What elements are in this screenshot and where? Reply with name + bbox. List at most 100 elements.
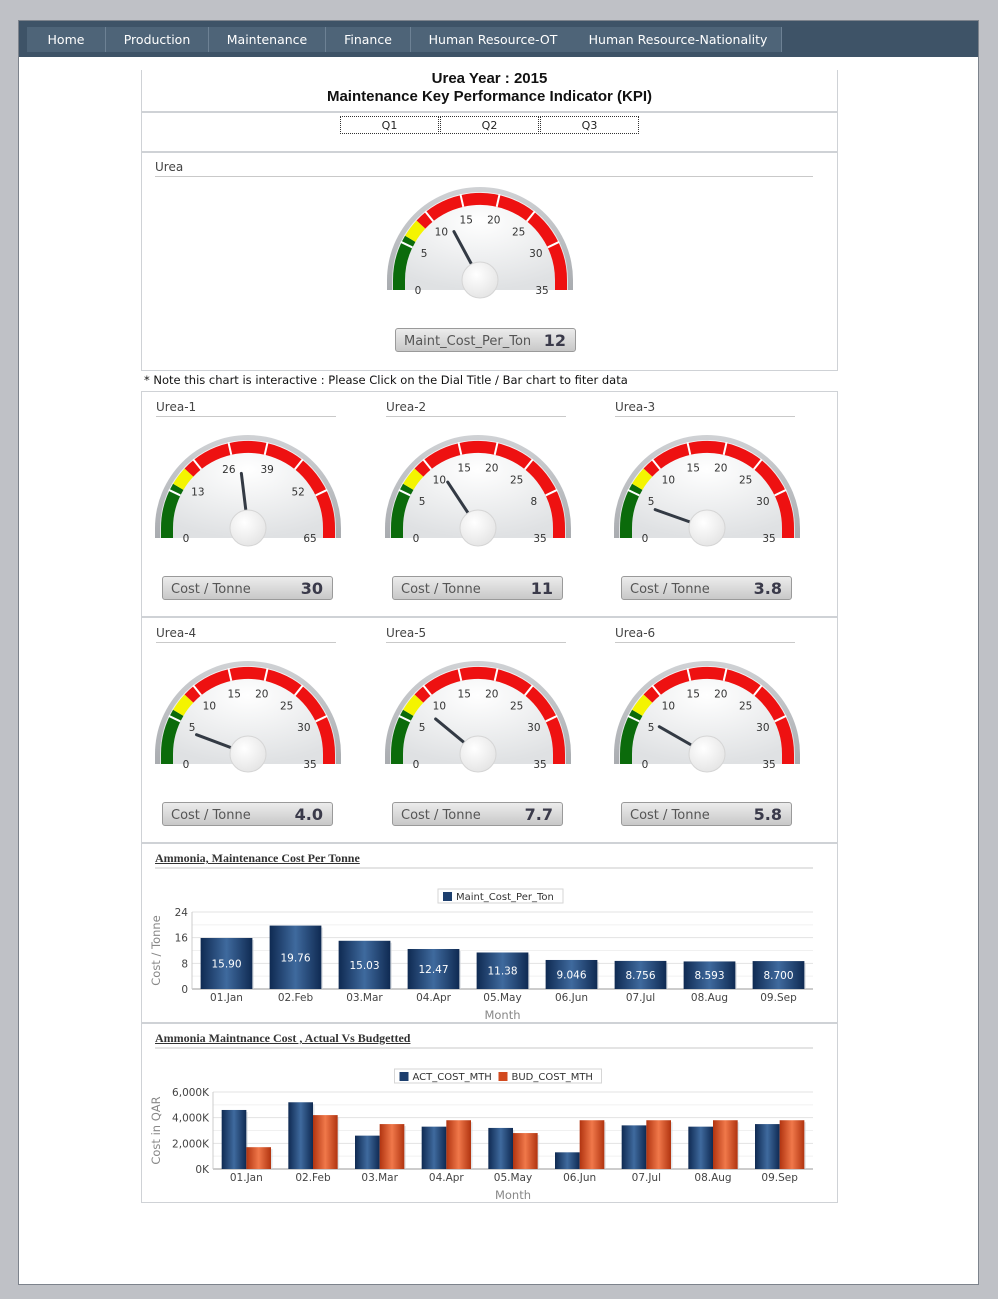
chart2-bar-act-cost-mth[interactable] bbox=[421, 1126, 447, 1169]
nav-item-human-resource-ot[interactable]: Human Resource-OT bbox=[411, 27, 576, 52]
gauge-urea-5-title-button[interactable]: Cost / Tonne 7.7 bbox=[392, 802, 563, 826]
chart2-bar-act-cost-mth[interactable] bbox=[355, 1135, 380, 1169]
chart1-y-tick-label: 0 bbox=[181, 984, 188, 996]
gauge-urea-3-title-button[interactable]: Cost / Tonne 3.8 bbox=[621, 576, 792, 600]
gauge-urea-5-tick-label: 25 bbox=[510, 701, 523, 713]
nav-item-production[interactable]: Production bbox=[106, 27, 209, 52]
chart2-bar-act-cost-mth[interactable] bbox=[621, 1125, 647, 1169]
chart1-data-label: 15.90 bbox=[211, 958, 241, 970]
chart2-bar-act-cost-mth[interactable] bbox=[688, 1126, 713, 1169]
main-gauge-tick-label: 25 bbox=[512, 227, 525, 239]
chart2-legend-label-1: ACT_COST_MTH bbox=[413, 1072, 492, 1083]
gauge-urea-4-tick-label: 30 bbox=[297, 722, 310, 734]
chart2-bar-act-cost-mth[interactable] bbox=[221, 1109, 247, 1169]
gauge-urea-2-label: Cost / Tonne bbox=[401, 582, 481, 597]
main-gauge-tick-label: 5 bbox=[421, 248, 428, 260]
chart2-bar-bud-cost-mth[interactable] bbox=[513, 1133, 538, 1169]
chart2-bar-bud-cost-mth[interactable] bbox=[713, 1120, 738, 1169]
nav-item-home[interactable]: Home bbox=[27, 27, 106, 52]
chart2-bar-act-cost-mth[interactable] bbox=[755, 1124, 780, 1169]
chart2-legend-label-2: BUD_COST_MTH bbox=[512, 1072, 593, 1083]
gauge-urea-4: 0 5 10 15 20 25 30 35 Cost / Tonne 4.0 bbox=[153, 659, 343, 829]
gauge-urea-4-dial: 0 5 10 15 20 25 30 35 bbox=[155, 661, 341, 773]
gauge-urea-4-label: Cost / Tonne bbox=[171, 808, 251, 823]
gauge-urea-2-title-button[interactable]: Cost / Tonne 11 bbox=[392, 576, 563, 600]
gauge-urea-6-title-button[interactable]: Cost / Tonne 5.8 bbox=[621, 802, 792, 826]
main-gauge-title-button[interactable]: Maint_Cost_Per_Ton 12 bbox=[395, 328, 576, 352]
chart2-bar-bud-cost-mth[interactable] bbox=[779, 1120, 805, 1169]
nav-item-finance[interactable]: Finance bbox=[326, 27, 411, 52]
chart2-x-tick-label: 02.Feb bbox=[295, 1172, 331, 1184]
gauge-urea-6-tick-label: 10 bbox=[662, 701, 675, 713]
nav-item-human-resource-nationality[interactable]: Human Resource-Nationality bbox=[575, 27, 782, 52]
chart2-bar-bud-cost-mth[interactable] bbox=[646, 1120, 671, 1169]
chart2-legend-swatch-2 bbox=[498, 1072, 508, 1081]
gauge-urea-1-tick-label: 39 bbox=[260, 464, 273, 476]
gauge-urea-4-tick-label: 20 bbox=[255, 689, 268, 701]
main-gauge-dial: 0 5 10 15 20 25 30 35 bbox=[387, 187, 573, 299]
gauge-urea-6-tick-label: 0 bbox=[642, 759, 649, 771]
main-gauge-tick-label: 10 bbox=[435, 227, 448, 239]
gauge-urea-2-tick-label: 35 bbox=[533, 533, 546, 545]
quarter-button-q1[interactable]: Q1 bbox=[340, 116, 439, 134]
chart2-bar-act-cost-mth[interactable] bbox=[488, 1127, 513, 1169]
main-gauge-tick-label: 30 bbox=[529, 248, 542, 260]
chart1-x-tick-label: 08.Aug bbox=[691, 992, 728, 1004]
chart2-x-tick-label: 04.Apr bbox=[429, 1172, 465, 1184]
gauge-urea-5-tick-label: 20 bbox=[485, 689, 498, 701]
gauge-urea-3-tick-label: 35 bbox=[762, 533, 775, 545]
chart2-bar-bud-cost-mth[interactable] bbox=[579, 1120, 605, 1169]
chart1-y-tick-label: 24 bbox=[175, 907, 189, 919]
chart2-y-axis-label: Cost in QAR bbox=[149, 1096, 163, 1164]
main-gauge-tick-label: 20 bbox=[487, 215, 500, 227]
chart2-bar-bud-cost-mth[interactable] bbox=[313, 1115, 338, 1169]
gauge-section-title-5: Urea-5 bbox=[386, 626, 566, 643]
gauge-urea-3-value: 3.8 bbox=[753, 579, 782, 598]
gauge-urea-5-value: 7.7 bbox=[524, 805, 553, 824]
actual-vs-budget-chart: ACT_COST_MTH BUD_COST_MTH 0K 2,000K 4,000K 6,… bbox=[149, 1047, 813, 1202]
quarter-button-q2[interactable]: Q2 bbox=[440, 116, 539, 134]
cost-per-tonne-chart: Maint_Cost_Per_Ton 0 8 16 24 01.Jan 15.90 02.Fe… bbox=[149, 867, 813, 1022]
chart1-data-label: 9.046 bbox=[556, 969, 586, 981]
nav-item-maintenance[interactable]: Maintenance bbox=[209, 27, 326, 52]
gauge-urea-6-value: 5.8 bbox=[753, 805, 782, 824]
gauge-urea-5-tick-label: 5 bbox=[419, 722, 426, 734]
gauge-urea-6-tick-label: 25 bbox=[739, 701, 752, 713]
chart1-data-label: 15.03 bbox=[349, 960, 379, 972]
gauge-urea-2-tick-label: 8 bbox=[531, 496, 538, 508]
interactive-note: * Note this chart is interactive : Pleas… bbox=[144, 373, 628, 387]
chart2-bar-act-cost-mth[interactable] bbox=[288, 1102, 313, 1169]
main-gauge-label: Maint_Cost_Per_Ton bbox=[404, 334, 532, 349]
chart1-x-tick-label: 07.Jul bbox=[626, 992, 655, 1004]
gauge-urea-2-tick-label: 5 bbox=[419, 496, 426, 508]
gauge-urea-1-tick-label: 65 bbox=[303, 533, 316, 545]
chart2-bar-bud-cost-mth[interactable] bbox=[246, 1147, 271, 1169]
report-main-title: Maintenance Key Performance Indicator (K… bbox=[326, 88, 653, 105]
gauge-urea-5-label: Cost / Tonne bbox=[401, 808, 481, 823]
gauge-urea-1-tick-label: 0 bbox=[183, 533, 190, 545]
gauge-urea-6-needle-cap bbox=[688, 735, 726, 773]
chart1-legend-swatch-1 bbox=[443, 892, 452, 901]
gauge-urea-2-tick-label: 20 bbox=[485, 463, 498, 475]
gauge-urea-4-tick-label: 15 bbox=[228, 689, 241, 701]
gauge-urea-3-tick-label: 0 bbox=[642, 533, 649, 545]
chart2-y-tick-label: 0K bbox=[195, 1164, 210, 1176]
gauge-urea-4-title-button[interactable]: Cost / Tonne 4.0 bbox=[162, 802, 333, 826]
gauge-urea-5-dial: 0 5 10 15 20 25 30 35 bbox=[385, 661, 571, 773]
chart2-x-tick-label: 05.May bbox=[494, 1172, 532, 1184]
gauge-urea-1-title-button[interactable]: Cost / Tonne 30 bbox=[162, 576, 333, 600]
gauge-urea-1-tick-label: 26 bbox=[222, 464, 236, 476]
gauge-urea-2-dial: 0 5 10 15 20 25 8 35 bbox=[385, 435, 571, 547]
gauge-urea-6-tick-label: 15 bbox=[687, 689, 700, 701]
header-panel: Urea Year : 2015 Maintenance Key Perform… bbox=[141, 70, 838, 112]
chart2-y-tick-label: 6,000K bbox=[172, 1087, 210, 1099]
quarter-button-q3[interactable]: Q3 bbox=[540, 116, 639, 134]
gauge-urea-6-tick-label: 5 bbox=[648, 722, 655, 734]
chart2-y-tick-label: 4,000K bbox=[172, 1113, 210, 1125]
gauge-urea-2-tick-label: 10 bbox=[433, 475, 446, 487]
chart2-bar-bud-cost-mth[interactable] bbox=[446, 1120, 471, 1169]
chart2-bar-act-cost-mth[interactable] bbox=[555, 1152, 580, 1169]
chart1-data-label: 8.593 bbox=[694, 970, 724, 982]
gauge-urea-6-label: Cost / Tonne bbox=[630, 808, 710, 823]
chart2-bar-bud-cost-mth[interactable] bbox=[379, 1124, 405, 1169]
